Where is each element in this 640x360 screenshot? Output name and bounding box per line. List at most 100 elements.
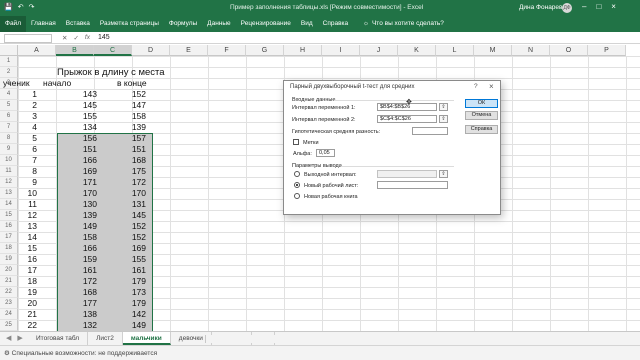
tab-review[interactable]: Рецензирование [236,16,296,32]
output-range-picker-icon[interactable]: ⇧ [439,170,448,178]
output-range-input[interactable] [377,170,437,178]
alpha-input[interactable]: 0,05 [316,149,335,157]
redo-icon[interactable]: ↷ [29,3,35,11]
tab-view[interactable]: Вид [296,16,318,32]
table-cell-b[interactable]: 155 [57,111,97,122]
new-sheet-name-input[interactable] [377,181,448,189]
table-cell-c[interactable]: 145 [119,210,146,221]
var1-range-picker-icon[interactable]: ⇧ [439,103,448,111]
dialog-close-icon[interactable]: × [489,82,494,91]
table-cell-a[interactable]: 12 [3,210,37,221]
column-header-l[interactable]: L [436,45,474,56]
help-button[interactable]: Справка [465,125,498,134]
cell-c3[interactable]: в конце [117,78,147,89]
table-cell-c[interactable]: 152 [119,221,146,232]
cell-a3[interactable]: ученик [3,78,30,89]
table-cell-c[interactable]: 131 [119,199,146,210]
row-header-2[interactable]: 2 [0,67,18,78]
tab-data[interactable]: Данные [202,16,235,32]
table-cell-b[interactable]: 170 [57,188,97,199]
column-header-b[interactable]: B [56,45,94,56]
column-header-d[interactable]: D [132,45,170,56]
column-header-g[interactable]: G [246,45,284,56]
dialog-help-icon[interactable]: ? [474,83,478,90]
table-cell-a[interactable]: 17 [3,265,37,276]
table-cell-b[interactable]: 171 [57,177,97,188]
cell-b2[interactable]: Прыжок в длину с места [57,67,165,78]
table-cell-c[interactable]: 158 [119,111,146,122]
table-cell-a[interactable]: 16 [3,254,37,265]
table-cell-a[interactable]: 13 [3,221,37,232]
sheet-tab-boys[interactable]: мальчики [122,332,171,345]
cancel-icon[interactable]: ✕ [62,34,67,42]
table-cell-c[interactable]: 152 [119,232,146,243]
column-header-h[interactable]: H [284,45,322,56]
var2-range-picker-icon[interactable]: ⇧ [439,115,448,123]
table-cell-b[interactable]: 166 [57,243,97,254]
table-cell-c[interactable]: 169 [119,243,146,254]
hypothesized-mean-input[interactable] [412,127,448,135]
table-cell-a[interactable]: 18 [3,276,37,287]
tab-insert[interactable]: Вставка [61,16,95,32]
column-header-a[interactable]: A [18,45,56,56]
column-header-p[interactable]: P [588,45,626,56]
table-cell-c[interactable]: 179 [119,298,146,309]
column-header-i[interactable]: I [322,45,360,56]
select-all-corner[interactable] [0,45,18,56]
avatar[interactable]: ДФ [562,3,572,13]
table-cell-c[interactable]: 175 [119,166,146,177]
prev-sheet-icon[interactable]: ◀ [6,334,11,342]
table-cell-c[interactable]: 157 [119,133,146,144]
table-cell-c[interactable]: 142 [119,309,146,320]
cancel-button[interactable]: Отмена [465,111,498,120]
table-cell-a[interactable]: 9 [3,177,37,188]
table-cell-a[interactable]: 11 [3,199,37,210]
table-cell-b[interactable]: 158 [57,232,97,243]
row-header-1[interactable]: 1 [0,56,18,67]
table-cell-b[interactable]: 145 [57,100,97,111]
horizontal-scrollbar[interactable] [205,335,640,343]
table-cell-b[interactable]: 166 [57,155,97,166]
tab-help[interactable]: Справка [318,16,354,32]
accessibility-status[interactable]: ⚙ Специальные возможности: не поддержива… [4,349,157,357]
sheet-tab-list2[interactable]: Лист2 [88,332,123,345]
table-cell-b[interactable]: 132 [57,320,97,331]
table-cell-a[interactable]: 20 [3,298,37,309]
table-cell-c[interactable]: 139 [119,122,146,133]
table-cell-a[interactable]: 4 [3,122,37,133]
table-cell-a[interactable]: 7 [3,155,37,166]
user-name[interactable]: Дина Фонарева [519,4,566,11]
table-cell-a[interactable]: 19 [3,287,37,298]
column-header-n[interactable]: N [512,45,550,56]
table-cell-c[interactable]: 170 [119,188,146,199]
table-cell-b[interactable]: 172 [57,276,97,287]
var2-range-input[interactable]: $C$4:$C$26 [377,115,437,123]
table-cell-c[interactable]: 152 [119,89,146,100]
new-workbook-radio[interactable] [294,193,300,199]
table-cell-c[interactable]: 161 [119,265,146,276]
table-cell-a[interactable]: 2 [3,100,37,111]
table-cell-c[interactable]: 151 [119,144,146,155]
table-cell-b[interactable]: 149 [57,221,97,232]
table-cell-a[interactable]: 6 [3,144,37,155]
fx-icon[interactable]: fx [85,34,90,42]
table-cell-b[interactable]: 177 [57,298,97,309]
column-header-f[interactable]: F [208,45,246,56]
name-box[interactable] [4,34,52,43]
table-cell-c[interactable]: 168 [119,155,146,166]
enter-icon[interactable]: ✓ [73,34,78,42]
table-cell-a[interactable]: 21 [3,309,37,320]
table-cell-c[interactable]: 155 [119,254,146,265]
table-cell-c[interactable]: 149 [119,320,146,331]
column-header-o[interactable]: O [550,45,588,56]
table-cell-b[interactable]: 159 [57,254,97,265]
table-cell-b[interactable]: 151 [57,144,97,155]
table-cell-b[interactable]: 161 [57,265,97,276]
tab-home[interactable]: Главная [26,16,61,32]
table-cell-c[interactable]: 173 [119,287,146,298]
table-cell-c[interactable]: 147 [119,100,146,111]
table-cell-a[interactable]: 3 [3,111,37,122]
output-range-radio[interactable] [294,171,300,177]
table-cell-b[interactable]: 138 [57,309,97,320]
maximize-icon[interactable]: □ [596,2,601,11]
